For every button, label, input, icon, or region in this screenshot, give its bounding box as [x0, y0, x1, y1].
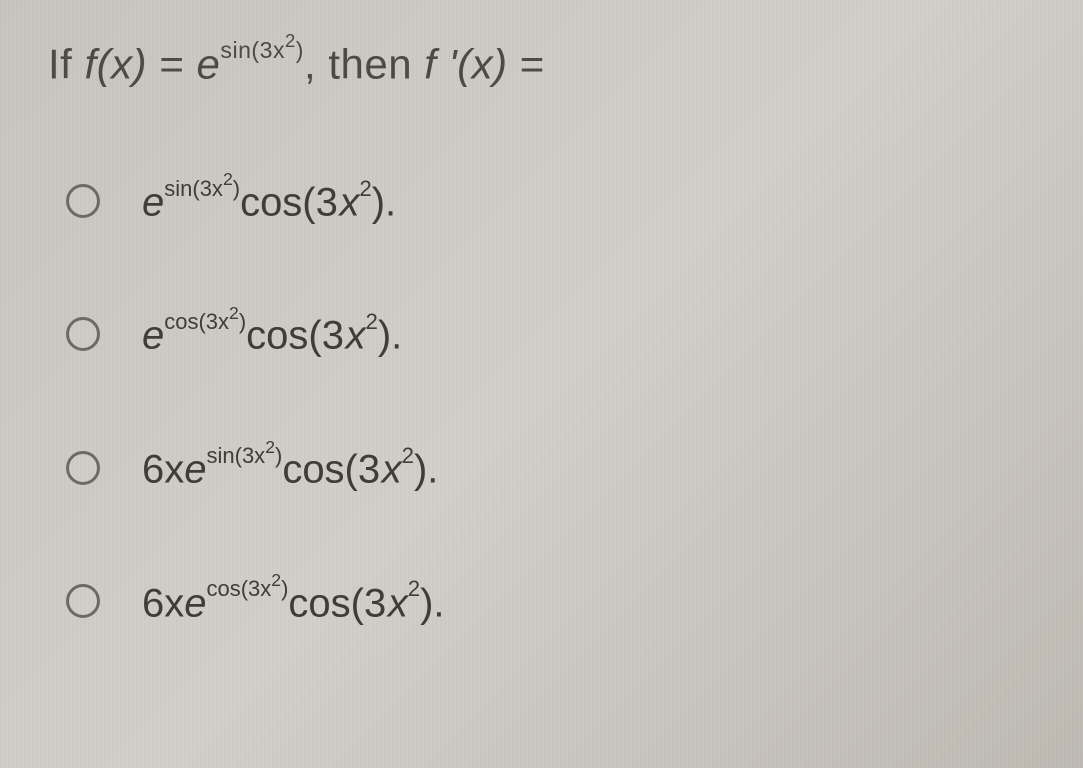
radio-icon[interactable] [66, 584, 100, 618]
option-2-exponent: cos(3x2) [164, 309, 246, 334]
option-4-expression: 6xecos(3x2)cos(3x2). [142, 580, 445, 624]
option-3[interactable]: 6xesin(3x2)cos(3x2). [66, 446, 1063, 490]
question-eq2: = [508, 41, 545, 88]
option-2-expression: ecos(3x2)cos(3x2). [142, 312, 402, 356]
radio-icon[interactable] [66, 184, 100, 218]
radio-icon[interactable] [66, 317, 100, 351]
option-3-exponent: sin(3x2) [207, 443, 283, 468]
radio-icon[interactable] [66, 451, 100, 485]
question-stem: If f(x) = esin(3x2), then f '(x) = [48, 38, 1063, 89]
option-1-expression: esin(3x2)cos(3x2). [142, 179, 396, 223]
option-4-exponent: cos(3x2) [207, 576, 289, 601]
question-fpx: f '(x) [424, 41, 507, 88]
option-3-expression: 6xesin(3x2)cos(3x2). [142, 446, 438, 490]
option-2[interactable]: ecos(3x2)cos(3x2). [66, 312, 1063, 356]
question-eq1: = [147, 41, 196, 88]
question-e: e [197, 41, 221, 88]
option-1[interactable]: esin(3x2)cos(3x2). [66, 179, 1063, 223]
option-4[interactable]: 6xecos(3x2)cos(3x2). [66, 580, 1063, 624]
question-exponent: sin(3x2) [220, 37, 304, 63]
question-prefix: If [48, 41, 85, 88]
options-group: esin(3x2)cos(3x2). ecos(3x2)cos(3x2). 6x… [48, 179, 1063, 624]
question-mid: , then [304, 41, 424, 88]
question-fx: f(x) [85, 41, 148, 88]
option-1-exponent: sin(3x2) [164, 176, 240, 201]
